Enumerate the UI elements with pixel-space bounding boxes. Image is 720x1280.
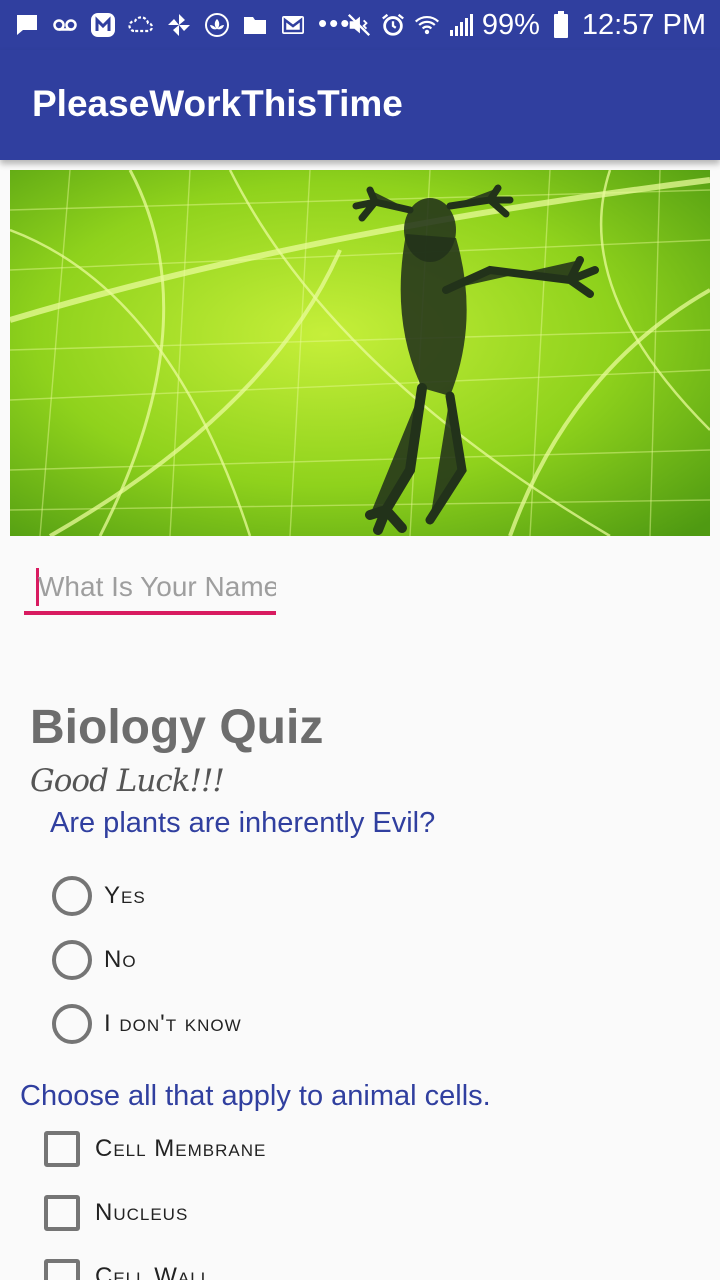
name-input[interactable] xyxy=(38,566,276,608)
radio-label: I don't know xyxy=(104,1010,242,1037)
alarm-icon xyxy=(380,12,406,38)
radio-label: Yes xyxy=(104,882,146,909)
radio-button[interactable] xyxy=(52,1004,92,1044)
question-2-text: Choose all that apply to animal cells. xyxy=(20,1080,491,1112)
app-m-icon xyxy=(90,12,116,38)
clock: 12:57 PM xyxy=(581,8,706,41)
radio-option-yes[interactable]: Yes xyxy=(52,876,146,916)
radio-button[interactable] xyxy=(52,940,92,980)
lotus-icon xyxy=(204,12,230,38)
system-status: 99% 12:57 PM xyxy=(346,6,706,44)
checkbox-cell-wall[interactable]: Cell Wall xyxy=(44,1259,211,1280)
quiz-subtitle: Good Luck!!! xyxy=(30,763,225,799)
frog-leaf-image xyxy=(10,170,710,536)
checkbox-label: Cell Membrane xyxy=(95,1135,267,1162)
cloud-sync-icon xyxy=(128,12,154,38)
radio-option-no[interactable]: No xyxy=(52,940,137,980)
input-underline xyxy=(24,611,276,615)
notification-icons xyxy=(14,11,306,39)
battery-icon xyxy=(548,11,574,38)
message-icon xyxy=(14,12,40,38)
checkbox[interactable] xyxy=(44,1131,80,1167)
mute-vibrate-icon xyxy=(346,12,372,38)
name-field[interactable] xyxy=(24,566,276,616)
app-bar: PleaseWorkThisTime xyxy=(0,50,720,160)
checkbox[interactable] xyxy=(44,1195,80,1231)
voicemail-icon xyxy=(52,12,78,38)
app-title: PleaseWorkThisTime xyxy=(32,83,403,124)
question-1-text: Are plants are inherently Evil? xyxy=(50,807,436,839)
signal-icon xyxy=(448,12,474,38)
quiz-title: Biology Quiz xyxy=(30,701,324,754)
status-bar: ••• 99% 12:57 PM xyxy=(0,0,720,50)
radio-option-dont-know[interactable]: I don't know xyxy=(52,1004,242,1044)
radio-label: No xyxy=(104,946,137,973)
gmail-icon xyxy=(280,12,306,38)
wifi-icon xyxy=(414,12,440,38)
checkbox-label: Cell Wall xyxy=(95,1263,212,1280)
pinwheel-icon xyxy=(166,12,192,38)
checkbox[interactable] xyxy=(44,1259,80,1280)
checkbox-cell-membrane[interactable]: Cell Membrane xyxy=(44,1131,266,1167)
folder-icon xyxy=(242,12,268,38)
checkbox-nucleus[interactable]: Nucleus xyxy=(44,1195,188,1231)
battery-percent: 99% xyxy=(481,8,540,41)
radio-button[interactable] xyxy=(52,876,92,916)
checkbox-label: Nucleus xyxy=(95,1199,189,1226)
